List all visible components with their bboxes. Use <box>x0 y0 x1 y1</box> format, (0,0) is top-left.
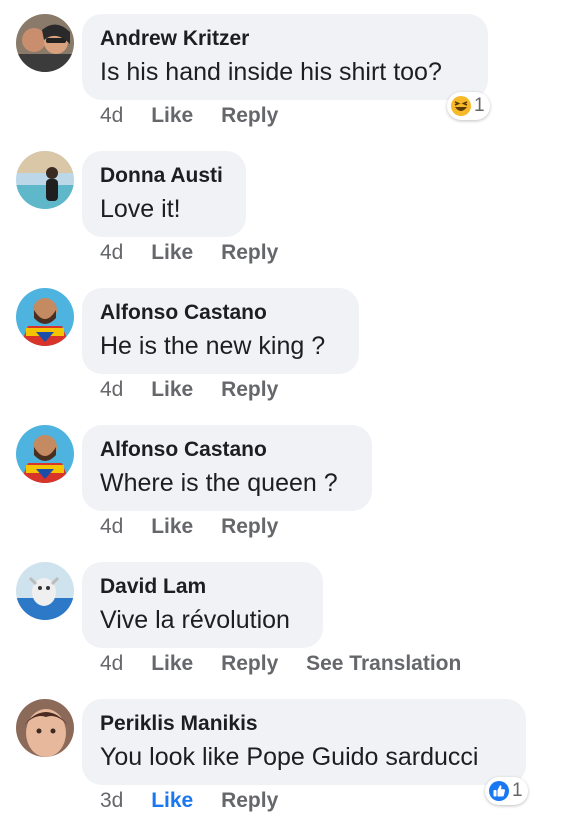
comment-author[interactable]: Alfonso Castano <box>100 438 354 462</box>
comment-bubble: Donna Austi Love it! <box>82 151 246 237</box>
comment-author[interactable]: Andrew Kritzer <box>100 27 470 51</box>
comment-bubble: Andrew Kritzer Is his hand inside his sh… <box>82 14 488 100</box>
comment-bubble: Periklis Manikis You look like Pope Guid… <box>82 699 526 785</box>
comment-author[interactable]: Periklis Manikis <box>100 712 508 736</box>
comment-meta: 4d Like Reply <box>100 104 300 128</box>
reaction-badge[interactable]: 1 <box>447 92 490 120</box>
comment-author[interactable]: Donna Austi <box>100 164 228 188</box>
comment-text: He is the new king ? <box>100 332 326 360</box>
see-translation-link[interactable]: See Translation <box>306 652 461 676</box>
reply-button[interactable]: Reply <box>221 652 278 676</box>
comment-meta: 3d Like Reply <box>100 789 300 813</box>
comment-meta: 4d Like Reply <box>100 241 300 265</box>
comment-bubble: Alfonso Castano He is the new king ? <box>82 288 359 374</box>
like-button[interactable]: Like <box>151 241 193 265</box>
like-button[interactable]: Like <box>151 104 193 128</box>
comment-time[interactable]: 4d <box>100 241 123 265</box>
like-button[interactable]: Like <box>151 378 193 402</box>
avatar[interactable] <box>16 425 74 483</box>
comment-text: Is his hand inside his shirt too? <box>100 58 442 86</box>
comment-time[interactable]: 3d <box>100 789 123 813</box>
reaction-count: 1 <box>512 780 523 801</box>
comment-time[interactable]: 4d <box>100 652 123 676</box>
comment-text: Vive la révolution <box>100 606 290 634</box>
reply-button[interactable]: Reply <box>221 104 278 128</box>
comment-text: Where is the queen ? <box>100 469 338 497</box>
like-button[interactable]: Like <box>151 515 193 539</box>
comment-author[interactable]: David Lam <box>100 575 305 599</box>
avatar[interactable] <box>16 288 74 346</box>
comment-time[interactable]: 4d <box>100 378 123 402</box>
avatar[interactable] <box>16 151 74 209</box>
avatar[interactable] <box>16 699 74 757</box>
comment-bubble: David Lam Vive la révolution <box>82 562 323 648</box>
haha-emoji-icon <box>451 96 471 116</box>
avatar[interactable] <box>16 14 74 72</box>
comment-time[interactable]: 4d <box>100 515 123 539</box>
comment-text: You look like Pope Guido sarducci <box>100 743 479 771</box>
comment-meta: 4d Like Reply <box>100 378 300 402</box>
reply-button[interactable]: Reply <box>221 378 278 402</box>
reply-button[interactable]: Reply <box>221 515 278 539</box>
reply-button[interactable]: Reply <box>221 241 278 265</box>
comment-text: Love it! <box>100 195 181 223</box>
thumbs-up-icon <box>489 781 509 801</box>
comment-bubble: Alfonso Castano Where is the queen ? <box>82 425 372 511</box>
avatar[interactable] <box>16 562 74 620</box>
comment-author[interactable]: Alfonso Castano <box>100 301 341 325</box>
comment-time[interactable]: 4d <box>100 104 123 128</box>
reaction-count: 1 <box>474 95 485 116</box>
reply-button[interactable]: Reply <box>221 789 278 813</box>
comment-meta: 4d Like Reply <box>100 515 300 539</box>
like-button[interactable]: Like <box>151 789 193 813</box>
comment-meta: 4d Like Reply See Translation <box>100 652 483 676</box>
like-button[interactable]: Like <box>151 652 193 676</box>
reaction-badge[interactable]: 1 <box>485 777 528 805</box>
